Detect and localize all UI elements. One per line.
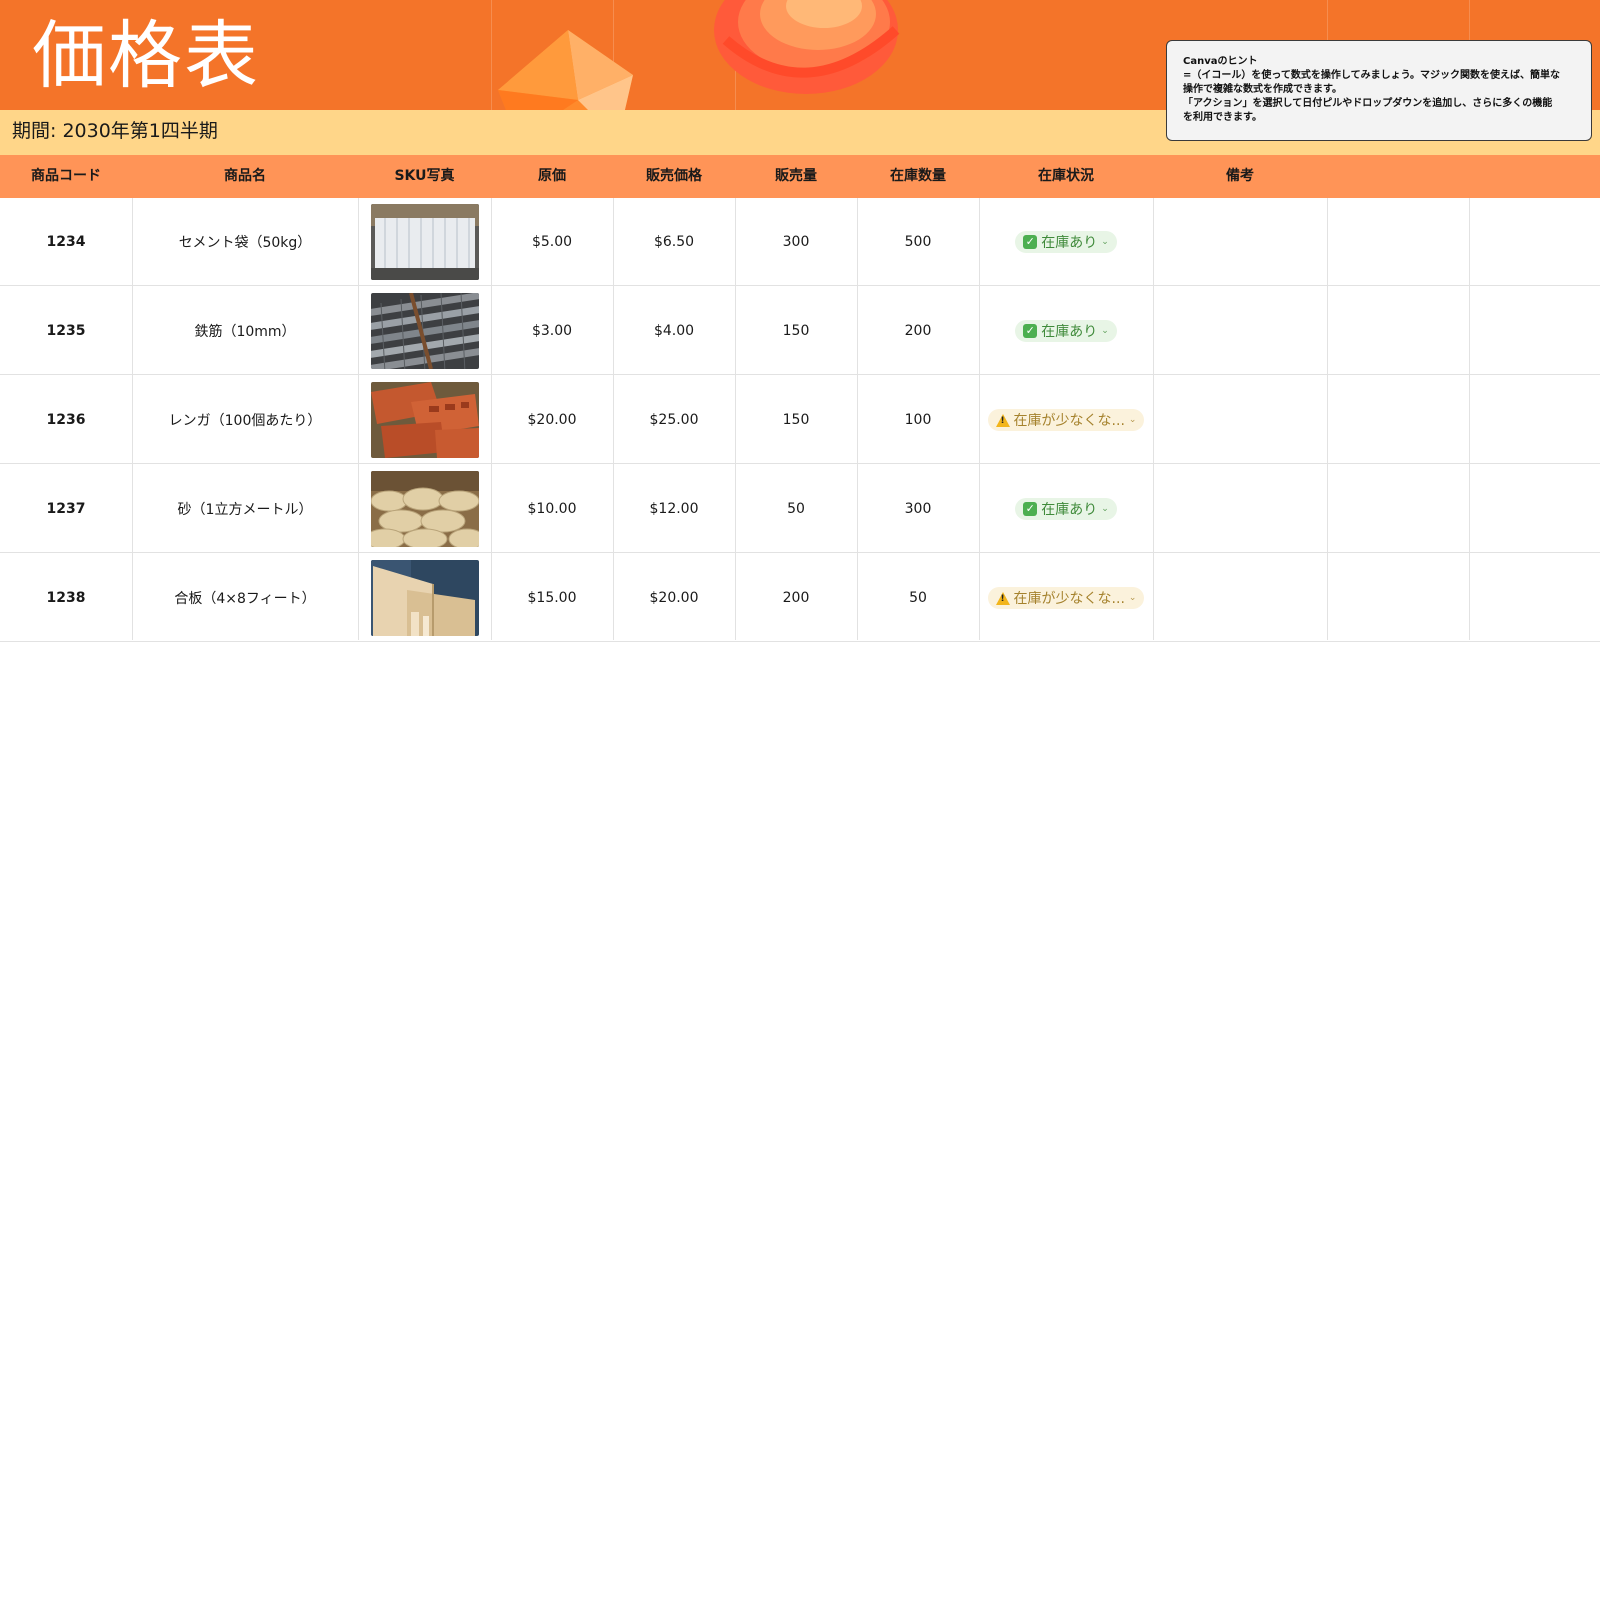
status-label: 在庫が少なくな... xyxy=(1013,413,1125,429)
status-dropdown[interactable]: ✓ 在庫あり ⌄ xyxy=(1015,320,1117,342)
cell-sold[interactable]: 50 xyxy=(735,465,857,553)
column-header-price[interactable]: 販売価格 xyxy=(613,155,735,198)
warning-icon xyxy=(995,591,1010,605)
cell-stock[interactable]: 200 xyxy=(857,287,979,375)
cell-product-code[interactable]: 1238 xyxy=(0,554,132,642)
cell-sold[interactable]: 150 xyxy=(735,287,857,375)
column-header-status[interactable]: 在庫状況 xyxy=(979,155,1153,198)
cement-bags-photo[interactable] xyxy=(370,204,479,280)
column-header-code[interactable]: 商品コード xyxy=(0,155,132,198)
cell-status[interactable]: ✓ 在庫あり ⌄ xyxy=(979,287,1153,375)
hint-text: 操作で複雑な数式を作成できます。 xyxy=(1183,84,1342,95)
hint-text: 「アクション」を選択して日付ピルやドロップダウンを追加し、さらに多くの機能 xyxy=(1183,98,1553,109)
rebar-photo[interactable] xyxy=(370,293,479,369)
status-label: 在庫あり xyxy=(1041,235,1098,251)
cell-product-code[interactable]: 1234 xyxy=(0,198,132,286)
cell-sold[interactable]: 300 xyxy=(735,198,857,286)
cell-status[interactable]: ✓ 在庫あり ⌄ xyxy=(979,198,1153,286)
status-label: 在庫あり xyxy=(1041,324,1098,340)
chevron-down-icon: ⌄ xyxy=(1128,593,1137,603)
cell-product-code[interactable]: 1236 xyxy=(0,376,132,464)
table-row[interactable]: 1234 セメント袋（50kg） $5.00 $6.50 300 500 ✓ 在… xyxy=(0,198,1600,286)
cell-notes[interactable] xyxy=(1153,287,1327,375)
cell-cost[interactable]: $3.00 xyxy=(491,287,613,375)
status-label: 在庫が少なくな... xyxy=(1013,591,1125,607)
spreadsheet-canvas: 価格表 期間: 2030年第1四半期 Canvaのヒント =（イコール）を使って… xyxy=(0,0,1600,1600)
cell-notes[interactable] xyxy=(1153,554,1327,642)
cell-notes[interactable] xyxy=(1153,376,1327,464)
table-row[interactable]: 1235 鉄筋（10mm） $3.00 $4.00 150 200 ✓ 在庫あり… xyxy=(0,287,1600,375)
table-row[interactable]: 1238 合板（4×8フィート） $15.00 $20.00 200 50 ! … xyxy=(0,554,1600,642)
cell-price[interactable]: $20.00 xyxy=(613,554,735,642)
cell-notes[interactable] xyxy=(1153,198,1327,286)
cell-product-code[interactable]: 1235 xyxy=(0,287,132,375)
chevron-down-icon: ⌄ xyxy=(1128,415,1137,425)
chevron-down-icon: ⌄ xyxy=(1101,237,1109,247)
status-label: 在庫あり xyxy=(1041,502,1098,518)
warning-icon xyxy=(995,413,1010,427)
cell-product-name[interactable]: 鉄筋（10mm） xyxy=(132,287,358,375)
chevron-down-icon: ⌄ xyxy=(1101,326,1109,336)
cell-product-name[interactable]: セメント袋（50kg） xyxy=(132,198,358,286)
cell-cost[interactable]: $5.00 xyxy=(491,198,613,286)
cell-sku-photo[interactable] xyxy=(358,287,491,375)
table-row[interactable]: 1236 レンガ（100個あたり） $20.00 $25.00 150 100 … xyxy=(0,376,1600,464)
decorative-swirl-shape xyxy=(714,0,900,94)
cell-notes[interactable] xyxy=(1153,465,1327,553)
column-header-cost[interactable]: 原価 xyxy=(491,155,613,198)
column-header-photo[interactable]: SKU写真 xyxy=(358,155,491,198)
cell-sku-photo[interactable] xyxy=(358,376,491,464)
column-header-name[interactable]: 商品名 xyxy=(132,155,358,198)
table-row[interactable]: 1237 砂（1立方メートル） $10.00 $12.00 50 300 ✓ 在… xyxy=(0,465,1600,553)
grid-line xyxy=(491,0,492,110)
cell-sold[interactable]: 200 xyxy=(735,554,857,642)
hint-text: を利用できます。 xyxy=(1183,112,1262,123)
cell-product-name[interactable]: レンガ（100個あたり） xyxy=(132,376,358,464)
cell-status[interactable]: 在庫が少なくな... ⌄ xyxy=(979,376,1153,464)
sheet-title: 価格表 xyxy=(32,13,260,99)
table-header-row: 商品コード 商品名 SKU写真 原価 販売価格 販売量 在庫数量 在庫状況 備考 xyxy=(0,155,1600,198)
hint-title: Canvaのヒント xyxy=(1183,56,1258,67)
cell-product-name[interactable]: 合板（4×8フィート） xyxy=(132,554,358,642)
check-icon: ✓ xyxy=(1023,324,1038,338)
cell-sku-photo[interactable] xyxy=(358,465,491,553)
check-icon: ✓ xyxy=(1023,502,1038,516)
chevron-down-icon: ⌄ xyxy=(1101,504,1109,514)
period-label: 期間: 2030年第1四半期 xyxy=(12,120,218,142)
decorative-gem-shape xyxy=(498,30,633,110)
status-dropdown[interactable]: 在庫が少なくな... ⌄ xyxy=(987,587,1145,609)
cell-product-code[interactable]: 1237 xyxy=(0,465,132,553)
sand-bags-photo[interactable] xyxy=(370,471,479,547)
status-dropdown[interactable]: 在庫が少なくな... ⌄ xyxy=(987,409,1145,431)
cell-status[interactable]: ✓ 在庫あり ⌄ xyxy=(979,465,1153,553)
status-dropdown[interactable]: ✓ 在庫あり ⌄ xyxy=(1015,498,1117,520)
cell-stock[interactable]: 100 xyxy=(857,376,979,464)
cell-sold[interactable]: 150 xyxy=(735,376,857,464)
column-header-notes[interactable]: 備考 xyxy=(1153,155,1327,198)
bricks-photo[interactable] xyxy=(370,382,479,458)
check-icon: ✓ xyxy=(1023,235,1038,249)
hint-text: =（イコール）を使って数式を操作してみましょう。マジック関数を使えば、簡単な xyxy=(1183,70,1560,81)
plywood-photo[interactable] xyxy=(370,560,479,636)
column-header-sold[interactable]: 販売量 xyxy=(735,155,857,198)
cell-price[interactable]: $12.00 xyxy=(613,465,735,553)
cell-stock[interactable]: 300 xyxy=(857,465,979,553)
canva-hint-box: Canvaのヒント =（イコール）を使って数式を操作してみましょう。マジック関数… xyxy=(1166,40,1592,141)
cell-sku-photo[interactable] xyxy=(358,198,491,286)
status-dropdown[interactable]: ✓ 在庫あり ⌄ xyxy=(1015,231,1117,253)
cell-status[interactable]: 在庫が少なくな... ⌄ xyxy=(979,554,1153,642)
cell-price[interactable]: $25.00 xyxy=(613,376,735,464)
cell-stock[interactable]: 500 xyxy=(857,198,979,286)
cell-product-name[interactable]: 砂（1立方メートル） xyxy=(132,465,358,553)
cell-cost[interactable]: $15.00 xyxy=(491,554,613,642)
cell-cost[interactable]: $20.00 xyxy=(491,376,613,464)
cell-sku-photo[interactable] xyxy=(358,554,491,642)
cell-price[interactable]: $6.50 xyxy=(613,198,735,286)
column-header-stock[interactable]: 在庫数量 xyxy=(857,155,979,198)
cell-cost[interactable]: $10.00 xyxy=(491,465,613,553)
cell-stock[interactable]: 50 xyxy=(857,554,979,642)
cell-price[interactable]: $4.00 xyxy=(613,287,735,375)
